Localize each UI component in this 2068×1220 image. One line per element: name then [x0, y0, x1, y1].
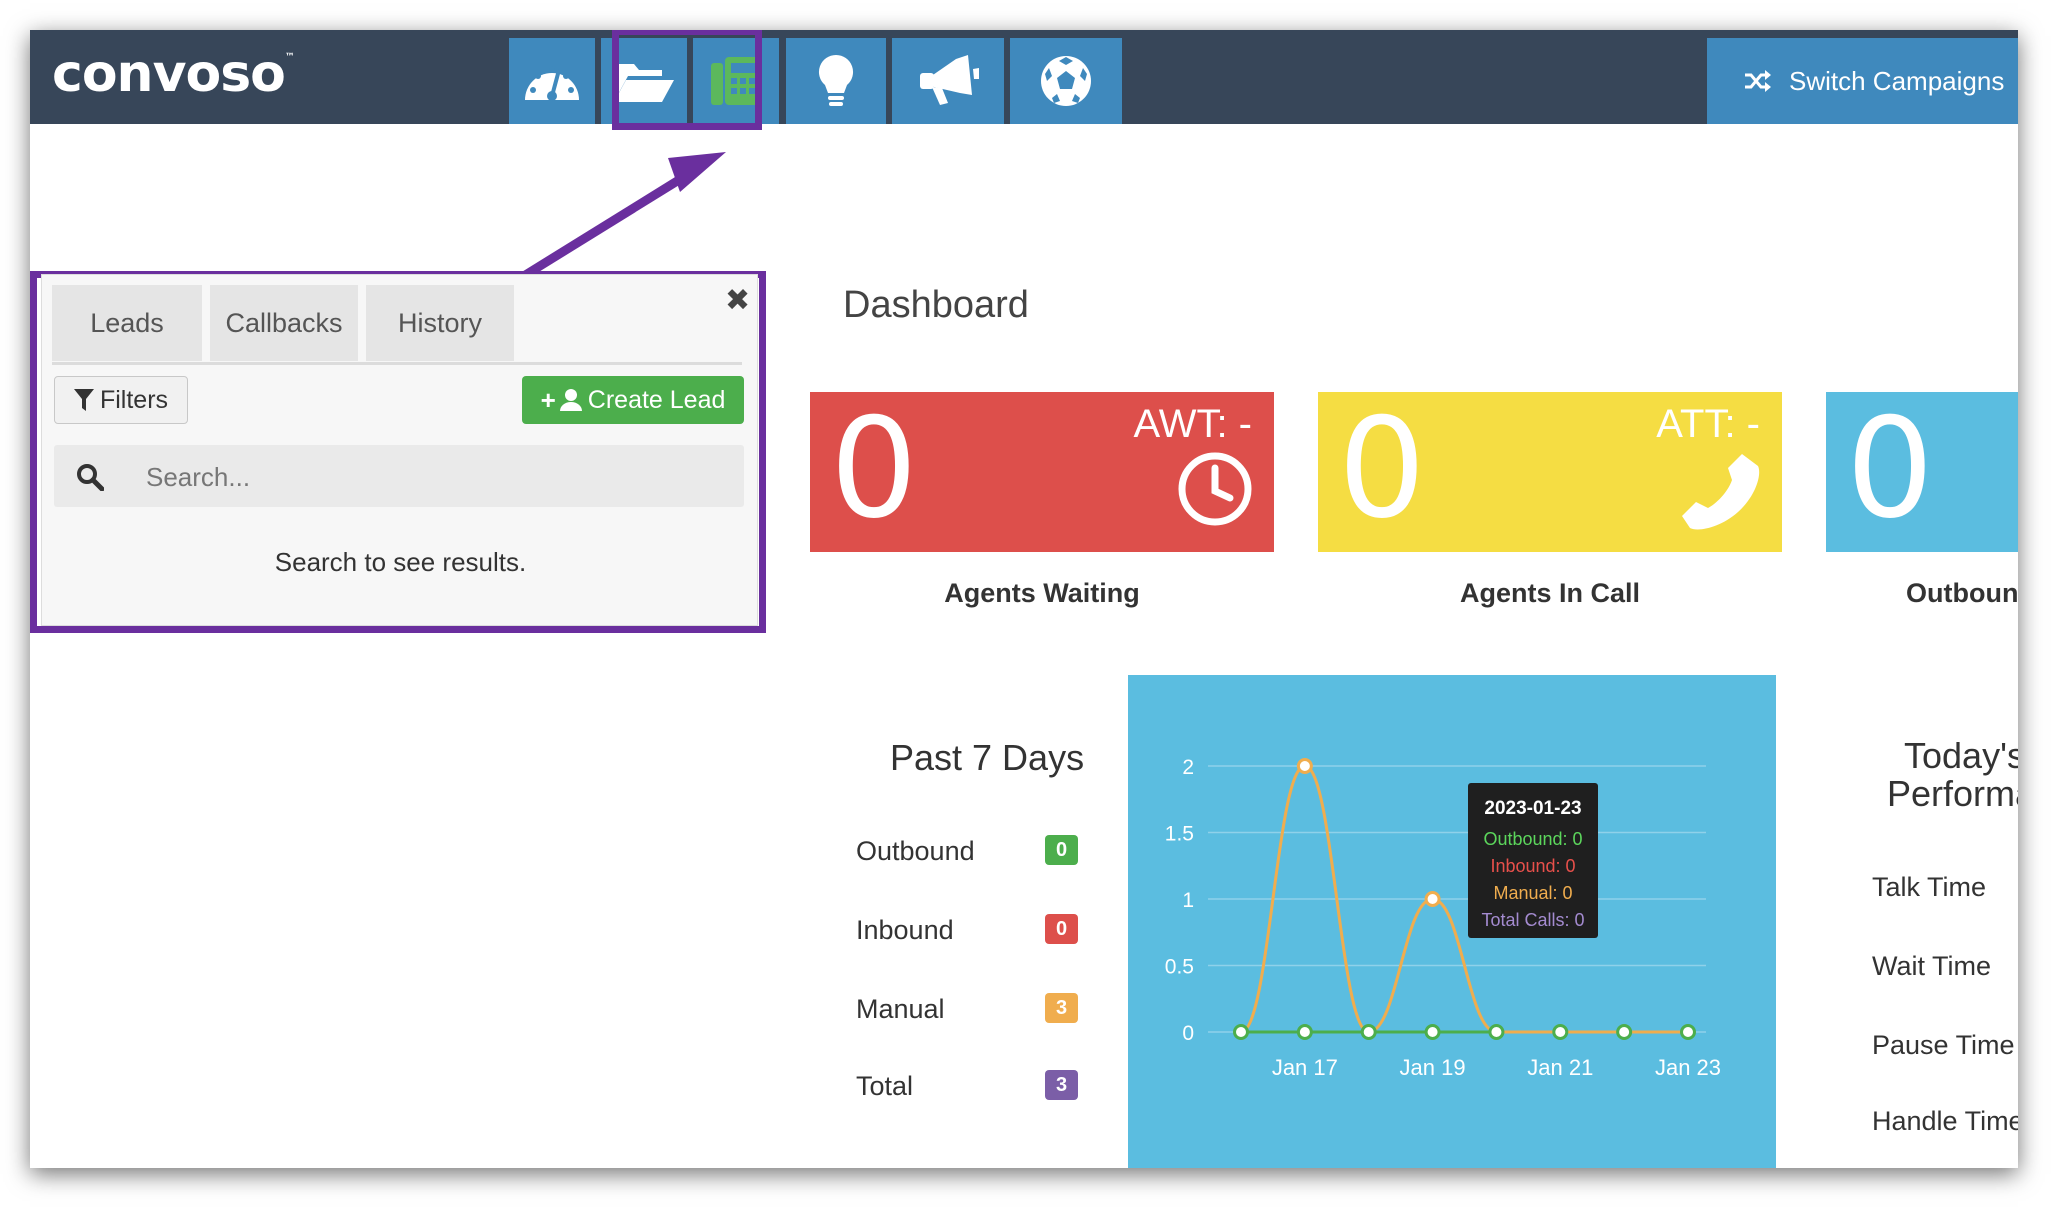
total-count-badge: 3: [1045, 1070, 1078, 1100]
create-lead-button[interactable]: + Create Lead: [522, 376, 744, 424]
y-tick-label: 2: [1182, 756, 1194, 779]
y-tick-label: 1.5: [1165, 823, 1194, 846]
tooltip-title: 2023-01-23: [1484, 798, 1581, 819]
phone-icon: [1682, 454, 1760, 530]
data-point: [1616, 1024, 1633, 1040]
empty-results-message: Search to see results.: [274, 547, 527, 577]
stat-value: 0: [830, 388, 918, 549]
total-row-label: Total: [856, 1071, 914, 1101]
tab-callbacks[interactable]: Callbacks: [210, 285, 358, 361]
clock-icon: [1178, 452, 1252, 526]
outbound-count-badge: 0: [1045, 835, 1078, 865]
stat-value: 0: [1338, 388, 1426, 549]
manual-row-label: Manual: [856, 994, 945, 1024]
plus-icon: +: [540, 384, 556, 415]
outbound-row-label: Outbound: [856, 836, 975, 866]
talk-time-label: Talk Time: [1872, 872, 1987, 902]
outbound-card: 0: [1826, 388, 2018, 552]
data-point: [1552, 1024, 1569, 1040]
todays-performance-title: Today's Performa: [1887, 735, 2018, 814]
tab-divider: [52, 362, 742, 365]
data-point: [1233, 1024, 1249, 1040]
data-point: [1680, 1024, 1696, 1040]
tooltip-line: Total Calls: 0: [1481, 910, 1584, 930]
y-tick-label: 1: [1182, 889, 1194, 912]
agents-waiting-label: Agents Waiting: [944, 578, 1140, 608]
calls-chart-panel: 0 0.5 1 1.5 2 Jan 17 Jan 19 Jan 21 Jan 23 2023-01…: [1128, 675, 1776, 1168]
agents-waiting-card: 0 AWT: -: [810, 388, 1274, 552]
outbound-label: Outboun: [1906, 578, 2018, 608]
agents-in-call-label: Agents In Call: [1459, 578, 1641, 608]
data-point: [1296, 1024, 1313, 1040]
agents-in-call-card: 0 ATT: -: [1318, 388, 1782, 552]
handle-time-label: Handle Time: [1872, 1106, 2018, 1136]
close-icon[interactable]: ✖: [725, 283, 750, 318]
y-tick-label: 0: [1182, 1022, 1194, 1045]
y-tick-label: 0.5: [1165, 956, 1194, 979]
filters-button[interactable]: Filters: [54, 376, 188, 424]
search-icon: [77, 464, 104, 491]
page-title: Dashboard: [843, 284, 1029, 326]
user-icon: [559, 389, 582, 411]
data-point: [1296, 758, 1313, 774]
data-point: [1360, 1024, 1377, 1040]
past-7-days-title: Past 7 Days: [890, 737, 1085, 778]
data-point: [1488, 1024, 1505, 1040]
x-tick-label: Jan 21: [1527, 1055, 1593, 1080]
app-window: convoso™ Switch Campaigns Leads Callback…: [30, 30, 2018, 1168]
wait-time-label: Wait Time: [1872, 951, 1992, 981]
x-tick-label: Jan 17: [1272, 1055, 1338, 1080]
inbound-count-badge: 0: [1045, 914, 1078, 944]
inbound-row-label: Inbound: [856, 915, 954, 945]
tooltip-line: Outbound: 0: [1483, 829, 1582, 849]
x-tick-label: Jan 23: [1655, 1055, 1721, 1080]
stat-tag: AWT: -: [1133, 402, 1253, 446]
data-point: [1424, 1024, 1441, 1040]
leads-panel: Leads Callbacks History ✖ Filters + Crea…: [41, 274, 758, 626]
tab-history[interactable]: History: [366, 285, 514, 361]
x-tick-label: Jan 19: [1400, 1055, 1466, 1080]
stat-tag: ATT: -: [1656, 402, 1760, 446]
stat-value: 0: [1846, 388, 1934, 549]
data-point: [1424, 891, 1441, 907]
search-box: [54, 445, 744, 509]
filter-icon: [73, 389, 94, 411]
calls-line-chart: 0 0.5 1 1.5 2 Jan 17 Jan 19 Jan 21 Jan 23 2023-01…: [1165, 756, 1721, 1080]
tab-leads[interactable]: Leads: [52, 285, 202, 361]
tooltip-line: Manual: 0: [1493, 883, 1572, 903]
manual-count-badge: 3: [1045, 993, 1078, 1023]
tooltip-line: Inbound: 0: [1490, 856, 1575, 876]
search-input[interactable]: [144, 445, 738, 509]
pause-time-label: Pause Time: [1872, 1030, 2015, 1060]
